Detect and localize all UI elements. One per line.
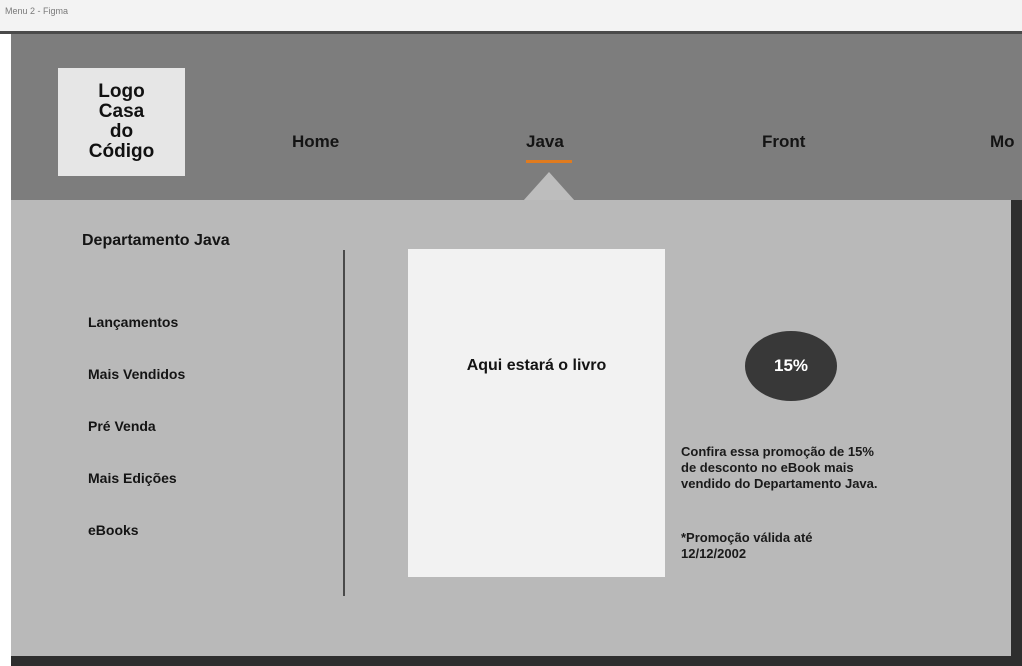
menu-item-pre-venda[interactable]: Pré Venda — [88, 418, 185, 470]
bottom-edge-strip — [11, 656, 1022, 666]
nav-item-java[interactable]: Java — [526, 132, 564, 152]
nav-item-front[interactable]: Front — [762, 132, 805, 152]
vertical-divider — [343, 250, 345, 596]
promo-line: de desconto no eBook mais — [681, 460, 854, 475]
promo-validity: *Promoção válida até 12/12/2002 — [681, 530, 981, 562]
discount-badge: 15% — [745, 331, 837, 401]
menu-item-mais-edicoes[interactable]: Mais Edições — [88, 470, 185, 522]
validity-date: 12/12/2002 — [681, 546, 747, 561]
promo-line: Confira essa promoção de 15% — [681, 444, 874, 459]
logo-text: Logo Casa do Código — [88, 81, 155, 162]
discount-badge-text: 15% — [773, 356, 809, 375]
menu-item-lancamentos[interactable]: Lançamentos — [88, 314, 185, 366]
promo-description: Confira essa promoção de 15% de desconto… — [681, 444, 981, 492]
menu-item-ebooks[interactable]: eBooks — [88, 522, 185, 574]
window-titlebar: Menu 2 - Figma — [0, 0, 1022, 34]
nav-item-more[interactable]: Mo — [990, 132, 1015, 152]
navbar: Logo Casa do Código Home Java Front Mo — [11, 34, 1022, 201]
right-edge-strip — [1011, 200, 1022, 666]
promo-line: vendido do Departamento Java. — [681, 476, 878, 491]
book-placeholder-text: Aqui estará o livro — [466, 357, 607, 374]
logo[interactable]: Logo Casa do Código — [58, 68, 185, 176]
nav-item-home[interactable]: Home — [292, 132, 339, 152]
department-menu: Lançamentos Mais Vendidos Pré Venda Mais… — [88, 314, 185, 574]
window-title: Menu 2 - Figma — [5, 6, 69, 16]
dropdown-pointer — [523, 172, 575, 201]
design-canvas: Logo Casa do Código Home Java Front Mo D… — [11, 34, 1022, 666]
validity-line: *Promoção válida até — [681, 530, 813, 545]
nav-active-indicator — [526, 160, 572, 163]
department-title: Departamento Java — [82, 232, 230, 249]
menu-item-mais-vendidos[interactable]: Mais Vendidos — [88, 366, 185, 418]
book-placeholder[interactable]: Aqui estará o livro — [408, 249, 665, 577]
